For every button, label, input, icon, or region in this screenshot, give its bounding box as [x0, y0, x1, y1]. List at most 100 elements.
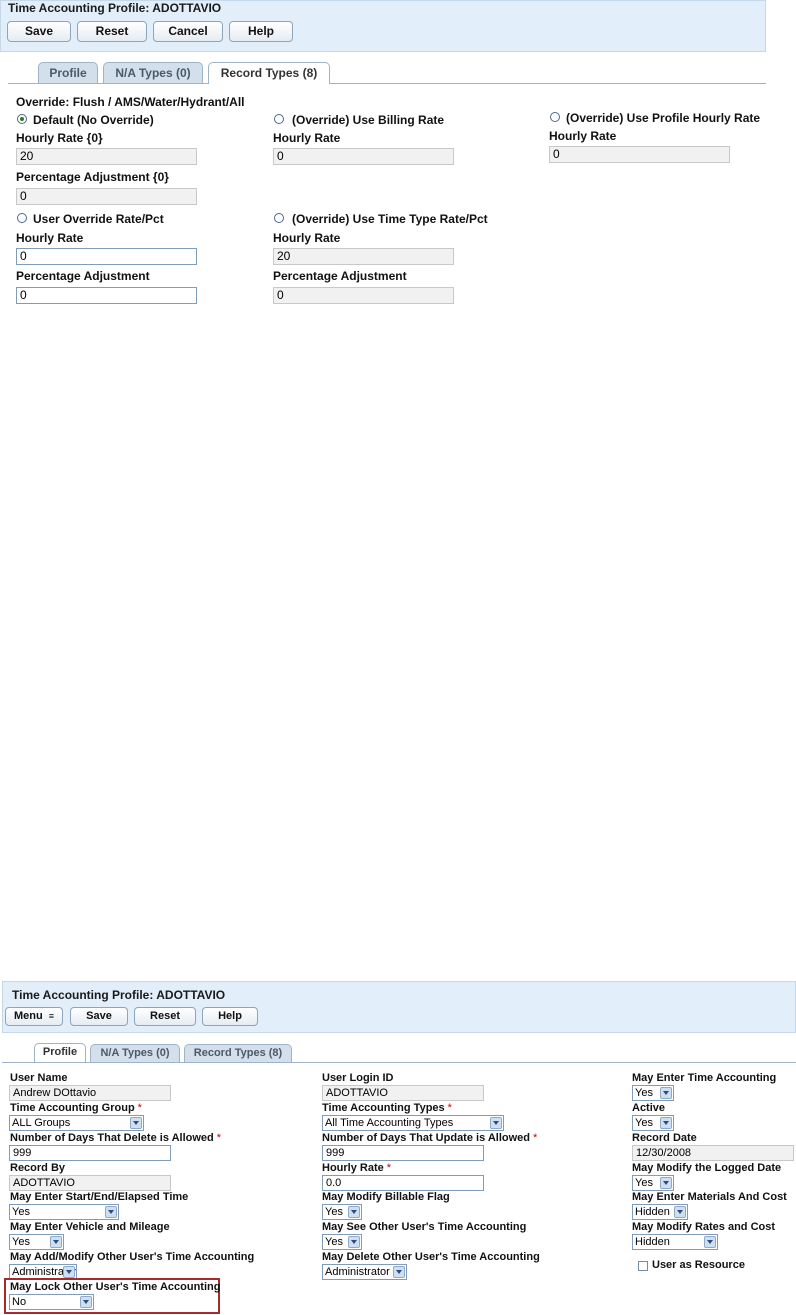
time-type-pct-label: Percentage Adjustment	[273, 269, 407, 283]
required-marker: *	[137, 1102, 142, 1114]
user-resource-label: User as Resource	[652, 1259, 745, 1271]
radio-profile-hourly-rate[interactable]	[550, 112, 560, 122]
time-type-hourly-rate-label: Hourly Rate	[273, 231, 341, 245]
see-other-label: May See Other User's Time Accounting	[322, 1221, 527, 1233]
dropdown-arrow-icon	[393, 1266, 405, 1278]
bottom-page-title: Time Accounting Profile: ADOTTAVIO	[12, 988, 226, 1002]
radio-default-label: Default (No Override)	[33, 113, 154, 127]
billable-flag-select[interactable]: Yes	[322, 1204, 362, 1220]
ta-group-select[interactable]: ALL Groups	[9, 1115, 144, 1131]
delete-other-label: May Delete Other User's Time Accounting	[322, 1251, 540, 1263]
default-hourly-rate-label: Hourly Rate {0}	[16, 131, 103, 145]
start-end-time-value: Yes	[12, 1206, 30, 1218]
active-label: Active	[632, 1102, 666, 1114]
update-days-label: Number of Days That Update is Allowed *	[322, 1132, 538, 1144]
record-date-field: 12/30/2008	[632, 1145, 794, 1161]
top-cancel-button[interactable]: Cancel	[153, 21, 223, 42]
top-tab-record-types[interactable]: Record Types (8)	[208, 62, 330, 84]
radio-time-type-rate[interactable]	[274, 213, 284, 223]
vehicle-mileage-value: Yes	[12, 1236, 30, 1248]
top-reset-button[interactable]: Reset	[77, 21, 147, 42]
user-resource-checkbox[interactable]	[638, 1261, 648, 1271]
time-type-hourly-rate-field: 20	[273, 248, 454, 265]
radio-user-override[interactable]	[17, 213, 27, 223]
add-modify-other-label: May Add/Modify Other User's Time Account…	[10, 1251, 255, 1263]
hourly-rate-label: Hourly Rate *	[322, 1162, 392, 1174]
dropdown-arrow-icon	[704, 1236, 716, 1248]
vehicle-mileage-label: May Enter Vehicle and Mileage	[10, 1221, 170, 1233]
bottom-tab-profile[interactable]: Profile	[34, 1043, 86, 1062]
menu-button[interactable]: Menu ≡	[5, 1007, 63, 1026]
profile-hourly-rate-field: 0	[549, 146, 730, 163]
see-other-select[interactable]: Yes	[322, 1234, 362, 1250]
logged-date-select[interactable]: Yes	[632, 1175, 674, 1191]
start-end-time-select[interactable]: Yes	[9, 1204, 119, 1220]
top-help-button[interactable]: Help	[229, 21, 293, 42]
lock-other-value: No	[12, 1296, 27, 1308]
radio-billing-rate[interactable]	[274, 114, 284, 124]
ta-group-label: Time Accounting Group *	[10, 1102, 142, 1114]
active-select[interactable]: Yes	[632, 1115, 674, 1131]
enter-ta-select[interactable]: Yes	[632, 1085, 674, 1101]
top-tab-baseline	[8, 83, 766, 84]
bottom-help-button[interactable]: Help	[202, 1007, 258, 1026]
vehicle-mileage-select[interactable]: Yes	[9, 1234, 64, 1250]
user-hourly-rate-input[interactable]: 0	[16, 248, 197, 265]
user-name-field: Andrew DOttavio	[9, 1085, 171, 1101]
start-end-time-label: May Enter Start/End/Elapsed Time	[10, 1191, 189, 1203]
required-marker: *	[216, 1132, 222, 1144]
top-save-button[interactable]: Save	[7, 21, 71, 42]
lock-other-select[interactable]: No	[9, 1294, 94, 1310]
menu-down-icon: ≡	[48, 1011, 55, 1021]
see-other-value: Yes	[325, 1236, 343, 1248]
materials-value: Hidden	[635, 1206, 670, 1218]
update-days-input[interactable]: 999	[322, 1145, 484, 1161]
billing-hourly-rate-field: 0	[273, 148, 454, 165]
top-tab-na-types[interactable]: N/A Types (0)	[103, 62, 203, 83]
ta-group-value: ALL Groups	[12, 1117, 71, 1129]
ta-types-label: Time Accounting Types *	[322, 1102, 452, 1114]
rates-cost-value: Hidden	[635, 1236, 670, 1248]
hourly-rate-input[interactable]: 0.0	[322, 1175, 484, 1191]
billable-flag-value: Yes	[325, 1206, 343, 1218]
logged-date-value: Yes	[635, 1177, 653, 1189]
billing-hourly-rate-label: Hourly Rate	[273, 131, 341, 145]
default-pct-field: 0	[16, 188, 197, 205]
bottom-reset-button[interactable]: Reset	[134, 1007, 196, 1026]
login-id-field: ADOTTAVIO	[322, 1085, 484, 1101]
user-pct-label: Percentage Adjustment	[16, 269, 150, 283]
delete-other-value: Administrator	[325, 1266, 390, 1278]
logged-date-label: May Modify the Logged Date	[632, 1162, 782, 1174]
bottom-tab-baseline	[2, 1062, 796, 1063]
materials-select[interactable]: Hidden	[632, 1204, 688, 1220]
rates-cost-select[interactable]: Hidden	[632, 1234, 718, 1250]
dropdown-arrow-icon	[660, 1087, 672, 1099]
enter-ta-label: May Enter Time Accounting	[632, 1072, 777, 1084]
dropdown-arrow-icon	[63, 1266, 75, 1278]
profile-hourly-rate-label: Hourly Rate	[549, 129, 617, 143]
rates-cost-label: May Modify Rates and Cost	[632, 1221, 776, 1233]
delete-other-select[interactable]: Administrator	[322, 1264, 407, 1280]
bottom-save-button[interactable]: Save	[70, 1007, 128, 1026]
radio-default-override[interactable]	[17, 114, 27, 124]
bottom-tab-na-types[interactable]: N/A Types (0)	[90, 1044, 180, 1062]
required-marker: *	[386, 1162, 392, 1174]
top-tab-profile[interactable]: Profile	[38, 62, 98, 83]
bottom-tab-record-types[interactable]: Record Types (8)	[184, 1044, 292, 1062]
dropdown-arrow-icon	[348, 1236, 360, 1248]
dropdown-arrow-icon	[80, 1296, 92, 1308]
top-page-title: Time Accounting Profile: ADOTTAVIO	[8, 1, 222, 15]
user-pct-input[interactable]: 0	[16, 287, 197, 304]
ta-types-select[interactable]: All Time Accounting Types	[322, 1115, 504, 1131]
dropdown-arrow-icon	[50, 1236, 62, 1248]
dropdown-arrow-icon	[348, 1206, 360, 1218]
billable-flag-label: May Modify Billable Flag	[322, 1191, 450, 1203]
dropdown-arrow-icon	[490, 1117, 502, 1129]
ta-types-value: All Time Accounting Types	[325, 1117, 454, 1129]
active-value: Yes	[635, 1117, 653, 1129]
time-type-pct-field: 0	[273, 287, 454, 304]
delete-days-input[interactable]: 999	[9, 1145, 171, 1161]
required-marker: *	[533, 1132, 538, 1144]
user-name-label: User Name	[10, 1072, 68, 1084]
override-title: Override: Flush / AMS/Water/Hydrant/All	[16, 95, 245, 109]
